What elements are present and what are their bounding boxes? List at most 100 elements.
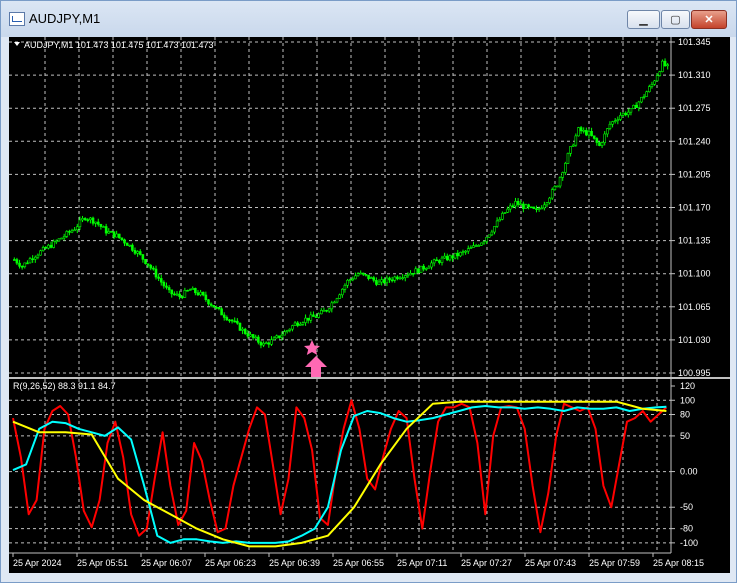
candle-body bbox=[246, 333, 250, 337]
candle-body bbox=[75, 226, 79, 231]
candle-body bbox=[167, 287, 171, 291]
candle-body bbox=[73, 229, 76, 232]
candle-body bbox=[254, 336, 258, 339]
candle-body bbox=[348, 279, 352, 281]
candle-body bbox=[212, 305, 216, 308]
close-button[interactable]: ✕ bbox=[691, 10, 727, 29]
candle-body bbox=[532, 206, 536, 209]
chart-area[interactable]: 101.345 101.310 101.275 101.240 101.205 101.1… bbox=[9, 37, 730, 573]
indicator-tick-label: 50 bbox=[680, 431, 690, 441]
candle-body bbox=[288, 328, 292, 331]
price-tick-label: 101.100 bbox=[678, 269, 711, 279]
candle-body bbox=[642, 96, 646, 98]
candle-body bbox=[346, 279, 349, 286]
chart-svg[interactable]: 101.345 101.310 101.275 101.240 101.205 101.1… bbox=[9, 37, 730, 573]
candle-body bbox=[262, 342, 265, 346]
indicator-tick-label: 120 bbox=[680, 381, 695, 391]
candle-body bbox=[440, 257, 444, 263]
maximize-button[interactable]: ▢ bbox=[661, 10, 690, 29]
candle-body bbox=[222, 314, 226, 318]
candle-body bbox=[301, 322, 305, 325]
candle-body bbox=[270, 339, 273, 345]
candle-body bbox=[36, 254, 40, 258]
candle-body bbox=[317, 313, 320, 318]
candle-body bbox=[128, 244, 132, 247]
candle-body bbox=[275, 335, 279, 339]
candle-body bbox=[225, 317, 229, 321]
pane-separator[interactable] bbox=[9, 377, 730, 379]
candle-body bbox=[204, 294, 208, 301]
candle-body bbox=[632, 104, 635, 109]
candle-body bbox=[524, 204, 528, 209]
candle-body bbox=[314, 316, 318, 318]
candle-body bbox=[31, 258, 34, 260]
price-tick-label: 101.065 bbox=[678, 302, 711, 312]
candle-body bbox=[537, 208, 541, 210]
candle-body bbox=[435, 259, 439, 262]
candle-body bbox=[658, 71, 662, 76]
candle-body bbox=[312, 314, 315, 317]
candle-body bbox=[18, 262, 21, 267]
candle-body bbox=[645, 91, 648, 97]
price-tick-label: 101.170 bbox=[678, 203, 711, 213]
candle-body bbox=[543, 204, 546, 209]
candle-body bbox=[236, 320, 239, 324]
candle-body bbox=[516, 201, 520, 205]
time-tick-label: 25 Apr 07:27 bbox=[461, 558, 512, 568]
candle-body bbox=[419, 265, 423, 273]
indicator-axis: 120 100 80 50 0.00 -50 -80 -100 bbox=[671, 381, 698, 548]
candle-body bbox=[338, 294, 341, 299]
candle-body bbox=[411, 273, 415, 275]
candle-body bbox=[343, 284, 347, 290]
candle-body bbox=[550, 189, 554, 199]
candle-body bbox=[102, 226, 105, 228]
candle-body bbox=[574, 135, 578, 146]
candle-body bbox=[70, 230, 74, 233]
candle-body bbox=[600, 142, 604, 146]
candle-body bbox=[188, 289, 192, 291]
candle-body bbox=[409, 273, 412, 276]
candle-body bbox=[443, 255, 446, 259]
candle-body bbox=[354, 275, 357, 280]
candle-body bbox=[125, 242, 129, 246]
candle-body bbox=[545, 202, 549, 206]
candle-body bbox=[23, 262, 27, 267]
candle-body bbox=[621, 112, 625, 116]
candle-body bbox=[138, 251, 142, 255]
minimize-button[interactable]: ▁ bbox=[627, 10, 660, 29]
candle-body bbox=[495, 220, 499, 227]
price-axis: 101.345 101.310 101.275 101.240 101.205 101.1… bbox=[671, 37, 711, 378]
candle-body bbox=[469, 247, 473, 249]
candle-body bbox=[464, 250, 467, 253]
candle-body bbox=[257, 336, 260, 343]
candle-body bbox=[28, 258, 32, 264]
candle-body bbox=[320, 310, 323, 315]
candle-body bbox=[133, 250, 137, 254]
candle-body bbox=[26, 262, 29, 265]
candle-body bbox=[514, 201, 517, 207]
time-tick-label: 25 Apr 06:39 bbox=[269, 558, 320, 568]
candle-body bbox=[451, 255, 454, 259]
candle-body bbox=[110, 231, 113, 233]
candle-body bbox=[485, 236, 488, 242]
candle-body bbox=[540, 207, 544, 210]
candle-body bbox=[259, 341, 263, 346]
candle-body bbox=[49, 244, 53, 248]
candle-body bbox=[548, 197, 551, 204]
candle-body bbox=[493, 226, 496, 233]
indicator-tick-label: 100 bbox=[680, 395, 695, 405]
candle-body bbox=[131, 244, 134, 251]
candle-body bbox=[606, 128, 609, 135]
title-bar[interactable]: AUDJPY,M1 ▁ ▢ ✕ bbox=[1, 1, 736, 37]
indicator-tick-label: -80 bbox=[680, 524, 693, 534]
collapse-triangle-icon[interactable] bbox=[14, 42, 20, 46]
candle-body bbox=[340, 289, 344, 296]
candle-body bbox=[456, 252, 460, 257]
candle-body bbox=[585, 130, 588, 136]
candle-body bbox=[529, 206, 533, 209]
candle-body bbox=[487, 234, 491, 238]
price-tick-label: 101.275 bbox=[678, 103, 711, 113]
candle-body bbox=[196, 292, 200, 296]
candle-body bbox=[627, 111, 630, 116]
candle-body bbox=[86, 219, 90, 221]
